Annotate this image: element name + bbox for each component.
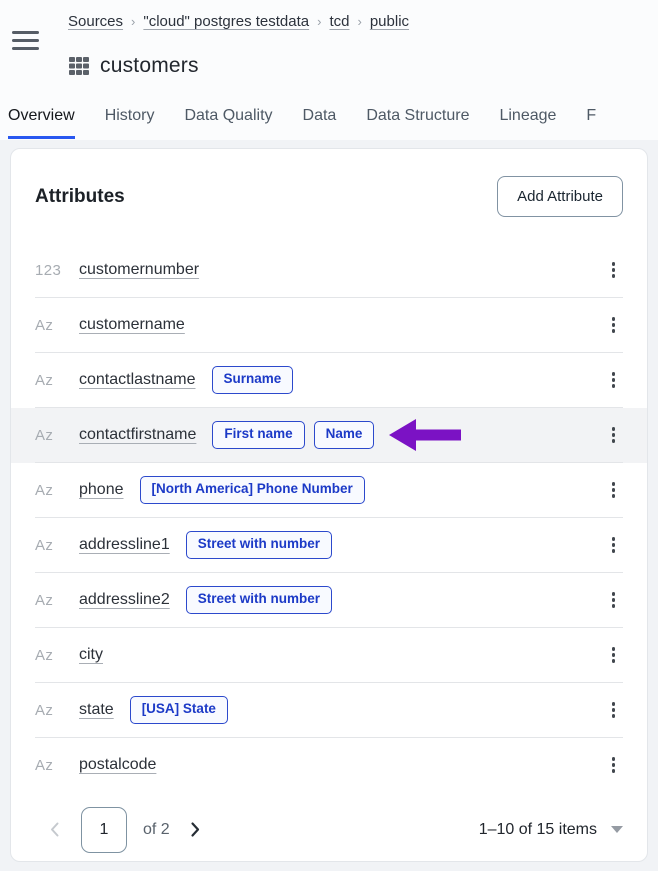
kebab-menu-icon[interactable] bbox=[606, 257, 622, 283]
attribute-row: Az contactfirstname First name Name bbox=[11, 408, 647, 463]
attributes-card: Attributes Add Attribute 123 customernum… bbox=[10, 148, 648, 862]
kebab-menu-icon[interactable] bbox=[606, 532, 622, 558]
tab-data-structure[interactable]: Data Structure bbox=[366, 107, 469, 139]
page-number-input[interactable] bbox=[81, 807, 127, 853]
caret-down-icon[interactable] bbox=[611, 826, 623, 833]
chevron-right-icon[interactable] bbox=[186, 817, 205, 842]
term-badges: Surname bbox=[212, 366, 294, 393]
attribute-row: Az addressline1 Street with number bbox=[11, 518, 647, 573]
attributes-heading: Attributes bbox=[35, 186, 125, 208]
tab-f[interactable]: F bbox=[586, 107, 596, 139]
attribute-row: Az customername bbox=[11, 298, 647, 353]
attribute-type-icon: Az bbox=[35, 647, 69, 664]
arrow-left-annotation-icon bbox=[389, 417, 461, 453]
tab-bar: Overview History Data Quality Data Data Stru… bbox=[0, 92, 658, 139]
table-grid-icon bbox=[68, 56, 90, 76]
attribute-name-link[interactable]: state bbox=[79, 701, 114, 719]
term-badges: [North America] Phone Number bbox=[140, 476, 365, 503]
tab-data[interactable]: Data bbox=[303, 107, 337, 139]
items-range-label: 1–10 of 15 items bbox=[479, 821, 597, 839]
breadcrumb-link[interactable]: "cloud" postgres testdata bbox=[143, 13, 309, 30]
attribute-type-icon: 123 bbox=[35, 262, 69, 279]
tab-lineage[interactable]: Lineage bbox=[499, 107, 556, 139]
kebab-menu-icon[interactable] bbox=[606, 312, 622, 338]
add-attribute-button[interactable]: Add Attribute bbox=[497, 176, 623, 217]
attribute-row: Az contactlastname Surname bbox=[11, 353, 647, 408]
attribute-name-link[interactable]: phone bbox=[79, 481, 124, 499]
attribute-row: Az phone [North America] Phone Number bbox=[11, 463, 647, 518]
kebab-menu-icon[interactable] bbox=[606, 642, 622, 668]
page-of-label: of 2 bbox=[143, 821, 170, 839]
breadcrumb-link[interactable]: Sources bbox=[68, 13, 123, 30]
page-header: Sources › "cloud" postgres testdata › tcd › pu… bbox=[0, 0, 658, 140]
page-title: customers bbox=[100, 54, 199, 78]
attribute-type-icon: Az bbox=[35, 482, 69, 499]
kebab-menu-icon[interactable] bbox=[606, 367, 622, 393]
attribute-row: 123 customernumber bbox=[11, 243, 647, 298]
attribute-name-link[interactable]: contactfirstname bbox=[79, 426, 196, 444]
breadcrumb-separator: › bbox=[131, 14, 135, 29]
chevron-left-icon[interactable] bbox=[45, 817, 64, 842]
attribute-type-icon: Az bbox=[35, 702, 69, 719]
kebab-menu-icon[interactable] bbox=[606, 697, 622, 723]
attribute-type-icon: Az bbox=[35, 537, 69, 554]
hamburger-icon[interactable] bbox=[12, 31, 39, 50]
breadcrumb: Sources › "cloud" postgres testdata › tcd › pu… bbox=[68, 11, 658, 33]
term-badges: First name Name bbox=[212, 417, 461, 453]
term-badge[interactable]: [USA] State bbox=[130, 696, 228, 723]
breadcrumb-link[interactable]: public bbox=[370, 13, 409, 30]
kebab-menu-icon[interactable] bbox=[606, 587, 622, 613]
kebab-menu-icon[interactable] bbox=[606, 422, 622, 448]
term-badges: Street with number bbox=[186, 586, 332, 613]
tab-overview[interactable]: Overview bbox=[8, 107, 75, 139]
attribute-type-icon: Az bbox=[35, 317, 69, 334]
term-badge[interactable]: Name bbox=[314, 421, 375, 448]
term-badge[interactable]: [North America] Phone Number bbox=[140, 476, 365, 503]
term-badges: [USA] State bbox=[130, 696, 228, 723]
breadcrumb-link[interactable]: tcd bbox=[329, 13, 349, 30]
attribute-name-link[interactable]: city bbox=[79, 646, 103, 664]
attribute-type-icon: Az bbox=[35, 757, 69, 774]
attribute-type-icon: Az bbox=[35, 592, 69, 609]
attribute-type-icon: Az bbox=[35, 372, 69, 389]
attribute-row: Az city bbox=[11, 628, 647, 683]
term-badge[interactable]: Street with number bbox=[186, 586, 332, 613]
pagination: of 2 1–10 of 15 items bbox=[11, 793, 647, 855]
breadcrumb-separator: › bbox=[357, 14, 361, 29]
term-badge[interactable]: Street with number bbox=[186, 531, 332, 558]
attribute-name-link[interactable]: addressline2 bbox=[79, 591, 170, 609]
kebab-menu-icon[interactable] bbox=[606, 477, 622, 503]
tab-data-quality[interactable]: Data Quality bbox=[184, 107, 272, 139]
attribute-name-link[interactable]: addressline1 bbox=[79, 536, 170, 554]
breadcrumb-separator: › bbox=[317, 14, 321, 29]
tab-history[interactable]: History bbox=[105, 107, 155, 139]
kebab-menu-icon[interactable] bbox=[606, 752, 622, 778]
term-badges: Street with number bbox=[186, 531, 332, 558]
attribute-type-icon: Az bbox=[35, 427, 69, 444]
attribute-row: Az addressline2 Street with number bbox=[11, 573, 647, 628]
attribute-name-link[interactable]: postalcode bbox=[79, 756, 156, 774]
term-badge[interactable]: Surname bbox=[212, 366, 294, 393]
attribute-name-link[interactable]: customername bbox=[79, 316, 185, 334]
attribute-row: Az state [USA] State bbox=[11, 683, 647, 738]
attribute-name-link[interactable]: contactlastname bbox=[79, 371, 196, 389]
attribute-row: Az postalcode bbox=[11, 738, 647, 793]
attribute-name-link[interactable]: customernumber bbox=[79, 261, 199, 279]
attributes-list: 123 customernumber Az customername Az co… bbox=[11, 243, 647, 793]
term-badge[interactable]: First name bbox=[212, 421, 304, 448]
